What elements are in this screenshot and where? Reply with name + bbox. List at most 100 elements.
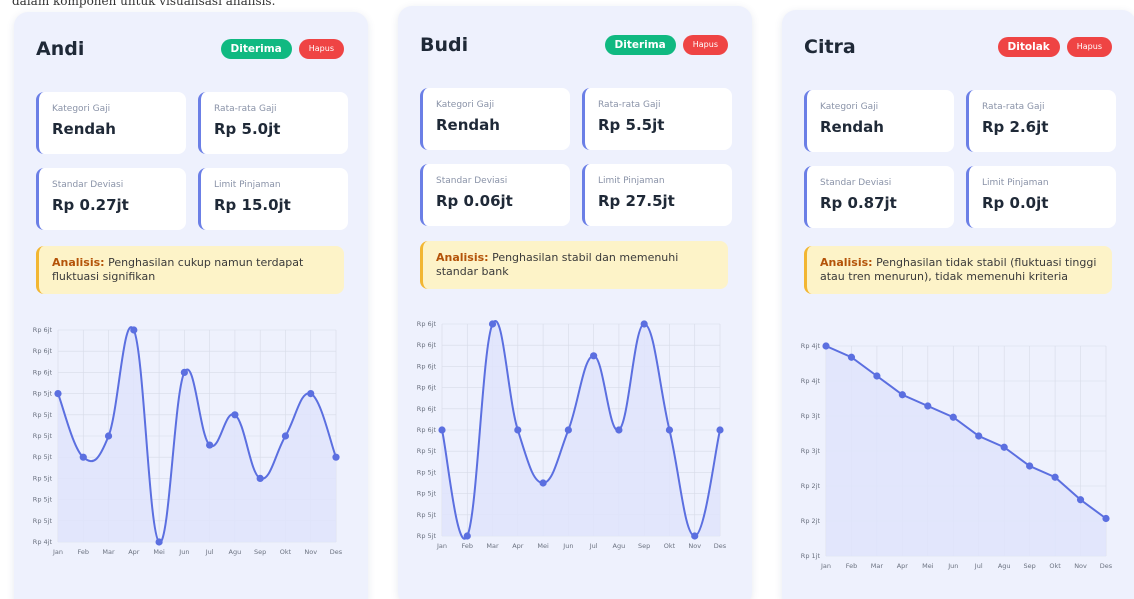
analysis-box: Analisis: Penghasilan cukup namun terdap… — [36, 246, 344, 294]
stats-grid: Kategori Gaji Rendah Rata-rata Gaji Rp 2… — [804, 90, 1116, 228]
stat-label: Limit Pinjaman — [982, 178, 1049, 188]
delete-button[interactable]: Hapus — [1066, 37, 1112, 57]
data-point — [615, 426, 623, 434]
y-tick-label: Rp 5jt — [33, 390, 53, 398]
data-point — [564, 426, 572, 434]
y-tick-label: Rp 5jt — [33, 517, 53, 525]
data-point — [1051, 473, 1059, 481]
card-header: Budi Diterima Hapus — [420, 30, 728, 60]
x-tick-label: Jun — [178, 548, 189, 556]
x-tick-label: Agu — [613, 542, 626, 550]
data-point — [332, 453, 340, 461]
applicant-card: Citra Ditolak Hapus Kategori Gaji Rendah… — [782, 10, 1134, 599]
y-tick-label: Rp 6jt — [33, 347, 53, 355]
stat-loan-limit: Limit Pinjaman Rp 15.0jt — [198, 168, 348, 230]
x-tick-label: Okt — [1049, 562, 1061, 570]
stat-value: Rp 0.27jt — [52, 196, 129, 214]
analysis-prefix: Analisis: — [436, 251, 489, 264]
applicant-name: Budi — [420, 34, 469, 56]
y-tick-label: Rp 5jt — [417, 511, 437, 519]
stat-value: Rendah — [436, 116, 500, 134]
data-point — [539, 479, 547, 487]
salary-chart: Rp 6jt Rp 6jt Rp 6jt Rp 6jt Rp 6jt Rp 6jt Rp 5… — [398, 316, 752, 566]
stat-std-deviation: Standar Deviasi Rp 0.87jt — [804, 166, 954, 228]
stats-grid: Kategori Gaji Rendah Rata-rata Gaji Rp 5… — [36, 92, 348, 230]
analysis-prefix: Analisis: — [820, 256, 873, 269]
stat-salary-category: Kategori Gaji Rendah — [804, 90, 954, 152]
series-area — [58, 327, 336, 543]
y-tick-label: Rp 6jt — [33, 368, 53, 376]
x-tick-label: Des — [1100, 562, 1113, 570]
data-point — [949, 413, 957, 421]
stat-average-salary: Rata-rata Gaji Rp 2.6jt — [966, 90, 1116, 152]
stat-label: Kategori Gaji — [52, 104, 111, 114]
stat-label: Standar Deviasi — [52, 180, 124, 190]
x-tick-label: Feb — [462, 542, 474, 550]
stat-value: Rendah — [52, 120, 116, 138]
stat-average-salary: Rata-rata Gaji Rp 5.0jt — [198, 92, 348, 154]
applicant-name: Andi — [36, 38, 85, 60]
data-point — [924, 402, 932, 410]
salary-line-chart: Rp 6jt Rp 6jt Rp 6jt Rp 6jt Rp 6jt Rp 6jt Rp 5… — [417, 320, 727, 550]
y-tick-label: Rp 2jt — [801, 482, 821, 490]
x-tick-label: Jun — [562, 542, 573, 550]
x-tick-label: Jun — [947, 562, 958, 570]
stat-value: Rendah — [820, 118, 884, 136]
delete-button[interactable]: Hapus — [298, 39, 344, 59]
y-tick-label: Rp 5jt — [417, 532, 437, 540]
stat-label: Kategori Gaji — [820, 102, 879, 112]
stat-loan-limit: Limit Pinjaman Rp 27.5jt — [582, 164, 732, 226]
salary-chart: Rp 4jt Rp 4jt Rp 3jt Rp 3jt Rp 2jt Rp 2jt Rp 1… — [782, 332, 1134, 582]
stat-value: Rp 0.06jt — [436, 192, 513, 210]
y-tick-label: Rp 5jt — [33, 411, 53, 419]
data-point — [155, 538, 163, 546]
x-tick-label: Jul — [589, 542, 598, 550]
stat-label: Rata-rata Gaji — [214, 104, 277, 114]
x-tick-label: Sep — [638, 542, 650, 550]
stat-label: Limit Pinjaman — [214, 180, 281, 190]
y-tick-label: Rp 4jt — [801, 342, 821, 350]
card-actions: Ditolak Hapus — [997, 36, 1112, 58]
y-tick-label: Rp 6jt — [417, 426, 437, 434]
card-actions: Diterima Hapus — [604, 34, 728, 56]
y-tick-label: Rp 2jt — [801, 517, 821, 525]
stat-label: Rata-rata Gaji — [598, 100, 661, 110]
data-point — [1102, 514, 1110, 523]
data-point — [438, 426, 446, 434]
stats-grid: Kategori Gaji Rendah Rata-rata Gaji Rp 5… — [420, 88, 732, 226]
stat-value: Rp 0.87jt — [820, 194, 897, 212]
data-point — [847, 353, 856, 361]
x-tick-label: Mei — [922, 562, 934, 570]
data-point — [898, 391, 906, 399]
data-point — [79, 453, 87, 461]
x-tick-label: Nov — [304, 548, 317, 556]
data-point — [104, 432, 113, 440]
y-tick-label: Rp 5jt — [33, 453, 53, 461]
x-tick-label: Sep — [1024, 562, 1036, 570]
y-tick-label: Rp 4jt — [801, 377, 821, 385]
stat-salary-category: Kategori Gaji Rendah — [420, 88, 570, 150]
data-point — [822, 342, 830, 350]
x-tick-label: Mar — [871, 562, 884, 570]
status-badge: Ditolak — [997, 36, 1060, 58]
x-tick-label: Feb — [78, 548, 90, 556]
x-tick-label: Agu — [229, 548, 242, 556]
x-tick-label: Jan — [436, 542, 447, 550]
data-point — [206, 441, 214, 449]
y-tick-label: Rp 5jt — [33, 496, 53, 504]
data-point — [307, 390, 315, 398]
stat-value: Rp 0.0jt — [982, 194, 1049, 212]
data-point — [281, 432, 290, 440]
stat-label: Limit Pinjaman — [598, 176, 665, 186]
x-tick-label: Des — [330, 548, 343, 556]
data-point — [665, 426, 674, 434]
data-point — [873, 372, 881, 380]
applicant-card: Andi Diterima Hapus Kategori Gaji Rendah… — [14, 12, 368, 599]
stat-label: Rata-rata Gaji — [982, 102, 1045, 112]
x-tick-label: Des — [714, 542, 727, 550]
x-tick-label: Mei — [153, 548, 165, 556]
y-tick-label: Rp 4jt — [33, 538, 53, 546]
delete-button[interactable]: Hapus — [682, 35, 728, 55]
x-tick-label: Jan — [820, 562, 831, 570]
card-actions: Diterima Hapus — [220, 38, 344, 60]
